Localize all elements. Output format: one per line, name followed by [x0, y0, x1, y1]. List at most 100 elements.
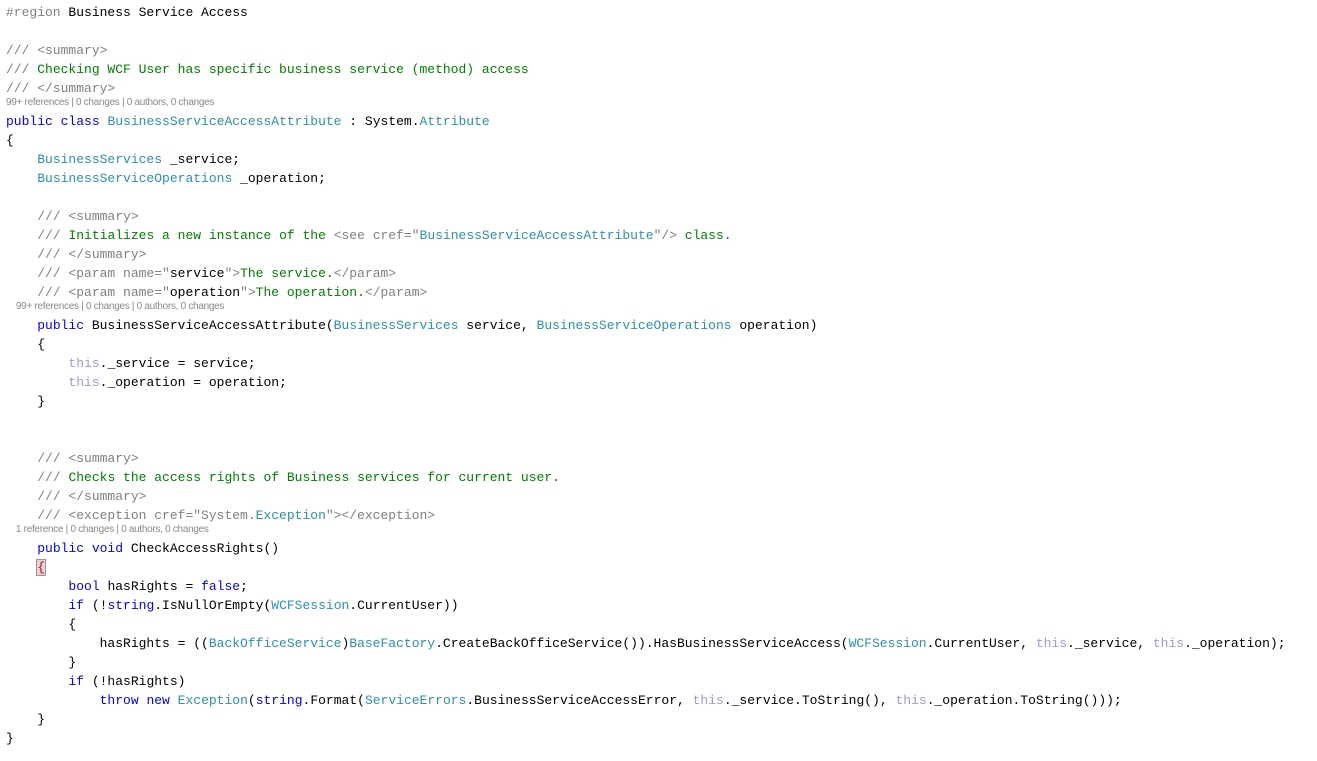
- class-open-brace: {: [6, 133, 14, 148]
- doc-text: class.: [676, 228, 732, 243]
- param-name: operation: [169, 285, 241, 300]
- code-text: .CurrentUser,: [926, 636, 1036, 651]
- code-text: hasRights =: [99, 579, 202, 594]
- brace: {: [37, 337, 46, 352]
- param-name: service: [169, 266, 225, 281]
- type-name[interactable]: Exception: [178, 693, 248, 708]
- if-open-brace: {: [6, 615, 1286, 634]
- doc-tag: /// <summary>: [37, 209, 139, 224]
- method-name[interactable]: CheckAccessRights(): [123, 541, 279, 556]
- param-name: operation): [731, 318, 818, 333]
- code-text: (!hasRights): [84, 674, 186, 689]
- class-close-brace: }: [6, 731, 14, 746]
- doc-prefix: ///: [37, 228, 69, 243]
- code-editor[interactable]: #region Business Service Access /// <sum…: [6, 3, 1286, 748]
- brace: {: [68, 617, 77, 632]
- keyword: public class: [6, 114, 100, 129]
- stmt-if-null: if (!string.IsNullOrEmpty(WCFSession.Cur…: [6, 596, 1286, 615]
- doc-tag: "></exception>: [325, 508, 436, 523]
- this-keyword: this: [68, 356, 100, 371]
- base-prefix: : System.: [341, 114, 420, 129]
- method-doc-summary: /// Checks the access rights of Business…: [6, 468, 1286, 487]
- this-keyword: this: [1152, 636, 1185, 651]
- base-class[interactable]: Attribute: [420, 114, 490, 129]
- code-text: ;: [240, 579, 248, 594]
- matched-brace-highlight: {: [36, 559, 47, 576]
- type-name[interactable]: BaseFactory: [349, 636, 435, 651]
- codelens-text[interactable]: 1 reference | 0 changes | 0 authors, 0 c…: [16, 524, 209, 535]
- field-type[interactable]: BusinessServices: [37, 152, 162, 167]
- doc-tag: /// <param name=": [37, 266, 170, 281]
- stmt-throw: throw new Exception(string.Format(Servic…: [6, 691, 1286, 710]
- code-text: ._service,: [1067, 636, 1153, 651]
- ctor-assign-operation: this._operation = operation;: [6, 373, 1286, 392]
- doc-prefix: ///: [37, 470, 69, 485]
- method-doc-summary-open: /// <summary>: [6, 449, 1286, 468]
- type-name[interactable]: WCFSession: [849, 636, 927, 651]
- class-doc-summary-open: /// <summary>: [6, 43, 108, 58]
- this-keyword: this: [692, 693, 724, 708]
- doc-cref[interactable]: Exception: [256, 508, 326, 523]
- doc-tag: /// </summary>: [37, 489, 147, 504]
- type-name[interactable]: WCFSession: [271, 598, 349, 613]
- code-text: .Format(: [302, 693, 365, 708]
- keyword: public: [37, 318, 85, 333]
- type-name[interactable]: BackOfficeService: [209, 636, 342, 651]
- field-type[interactable]: BusinessServiceOperations: [37, 171, 232, 186]
- brace: }: [68, 655, 77, 670]
- class-name[interactable]: BusinessServiceAccessAttribute: [107, 114, 341, 129]
- ctor-open-brace: {: [6, 335, 1286, 354]
- codelens-ctor[interactable]: 99+ references | 0 changes | 0 authors, …: [6, 300, 1286, 314]
- keyword: if: [68, 674, 85, 689]
- code-text: .IsNullOrEmpty(: [154, 598, 272, 613]
- code-text: hasRights = ((: [99, 636, 209, 651]
- code-text: .BusinessServiceAccessError,: [466, 693, 693, 708]
- codelens-text[interactable]: 99+ references | 0 changes | 0 authors, …: [16, 301, 224, 312]
- doc-text: Checks the access rights of Business ser…: [68, 470, 560, 485]
- doc-text: The operation.: [255, 285, 365, 300]
- code-text: .CurrentUser)): [349, 598, 459, 613]
- doc-cref[interactable]: BusinessServiceAccessAttribute: [420, 228, 654, 243]
- stmt-if-not-rights: if (!hasRights): [6, 672, 1286, 691]
- param-type[interactable]: BusinessServiceOperations: [537, 318, 732, 333]
- method-doc-summary-close: /// </summary>: [6, 487, 1286, 506]
- field-service: BusinessServices _service;: [6, 150, 1286, 169]
- class-doc-summary: /// Checking WCF User has specific busin…: [6, 60, 1286, 79]
- doc-text: Checking WCF User has specific business …: [37, 62, 529, 77]
- class-declaration: public class BusinessServiceAccessAttrib…: [6, 112, 1286, 131]
- this-keyword: this: [68, 375, 100, 390]
- ctor-doc-param-service: /// <param name="service">The service.</…: [6, 264, 1286, 283]
- keyword: string: [255, 693, 303, 708]
- ctor-name[interactable]: BusinessServiceAccessAttribute(: [84, 318, 334, 333]
- field-name: _operation;: [232, 171, 326, 186]
- keyword: string: [107, 598, 155, 613]
- ctor-declaration: public BusinessServiceAccessAttribute(Bu…: [6, 316, 1286, 335]
- codelens-method[interactable]: 1 reference | 0 changes | 0 authors, 0 c…: [6, 523, 1286, 537]
- keyword: false: [201, 579, 241, 594]
- doc-tag: </param>: [333, 266, 397, 281]
- stmt-bool: bool hasRights = false;: [6, 577, 1286, 596]
- brace: }: [37, 394, 46, 409]
- doc-tag: /// <param name=": [37, 285, 170, 300]
- code-text: ._operation);: [1184, 636, 1286, 651]
- type-name[interactable]: ServiceErrors: [365, 693, 466, 708]
- doc-prefix: ///: [6, 62, 38, 77]
- doc-tag: /// <exception cref="System.: [37, 508, 256, 523]
- region-directive[interactable]: #region: [6, 5, 61, 20]
- code-text: .CreateBackOfficeService()).HasBusinessS…: [435, 636, 849, 651]
- doc-tag: </param>: [364, 285, 428, 300]
- field-operation: BusinessServiceOperations _operation;: [6, 169, 1286, 188]
- doc-tag: ">: [224, 266, 241, 281]
- method-declaration: public void CheckAccessRights(): [6, 539, 1286, 558]
- if-close-brace: }: [6, 653, 1286, 672]
- param-type[interactable]: BusinessServices: [334, 318, 459, 333]
- region-name: Business Service Access: [68, 5, 248, 20]
- doc-tag: <see cref=": [333, 228, 420, 243]
- ctor-close-brace: }: [6, 392, 1286, 411]
- method-open-brace: {: [6, 558, 1286, 577]
- keyword: throw: [99, 693, 139, 708]
- doc-text: Initializes a new instance of the: [68, 228, 334, 243]
- ctor-doc-summary-open: /// <summary>: [6, 207, 1286, 226]
- codelens-class[interactable]: 99+ references | 0 changes | 0 authors, …: [6, 96, 1286, 110]
- keyword: bool: [68, 579, 100, 594]
